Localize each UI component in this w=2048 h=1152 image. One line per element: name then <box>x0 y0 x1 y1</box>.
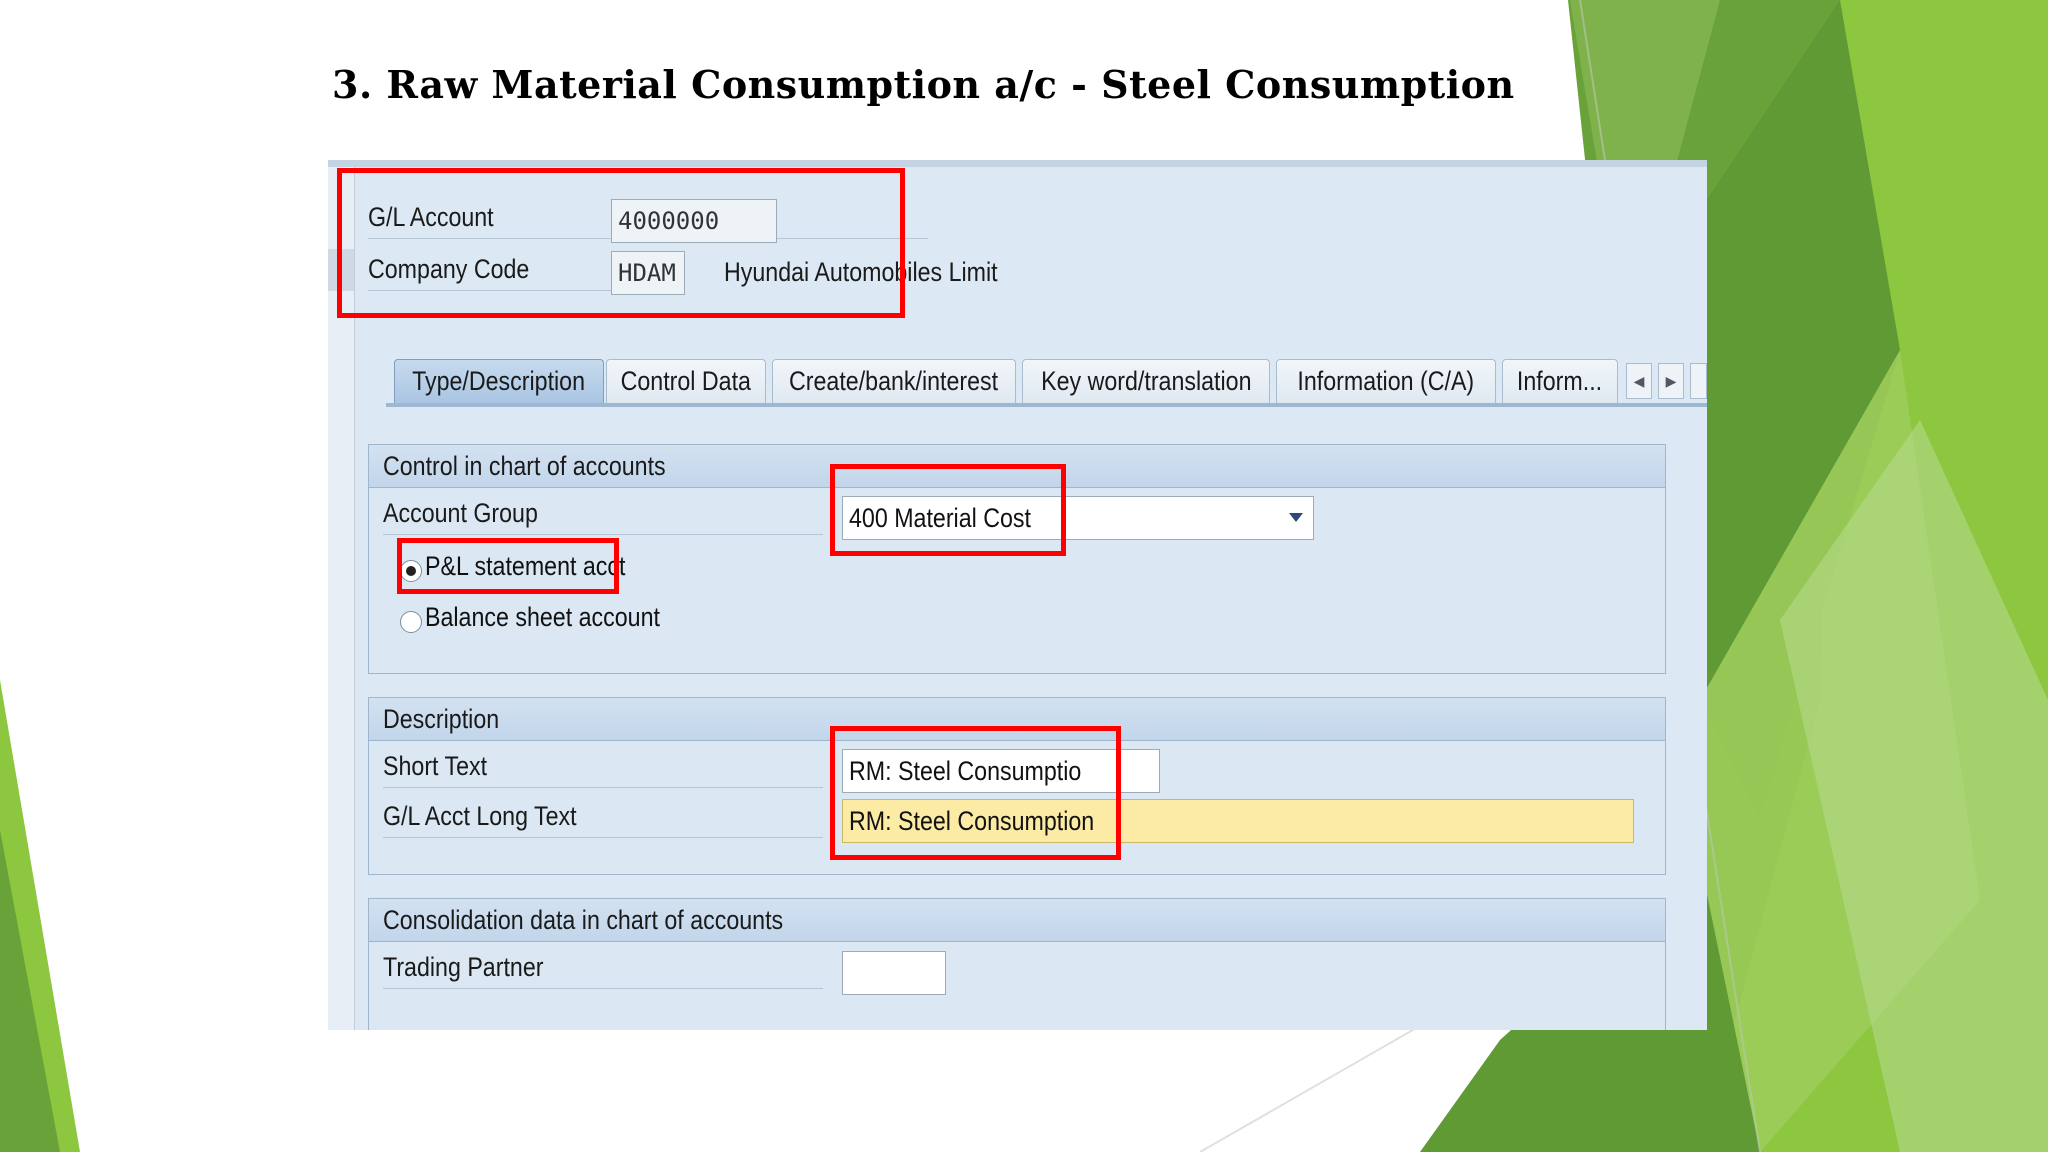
tab-inform-more[interactable]: Inform... <box>1502 359 1618 403</box>
tab-create-bank-interest[interactable]: Create/bank/interest <box>772 359 1016 403</box>
tab-strip: Type/Description Control Data Create/ban… <box>386 349 1707 407</box>
trading-partner-row: Trading Partner <box>383 945 833 989</box>
radio-balance-sheet[interactable] <box>400 611 422 633</box>
trading-partner-input[interactable] <box>842 951 946 995</box>
consolidation-section-title: Consolidation data in chart of accounts <box>383 904 784 935</box>
tab-scroll-left-icon[interactable]: ◀ <box>1626 363 1652 399</box>
account-group-label: Account Group <box>383 497 538 528</box>
highlight-box-account-group <box>830 464 1066 556</box>
highlight-box-header <box>337 168 905 318</box>
highlight-box-description <box>830 726 1121 860</box>
slide-title: 3. Raw Material Consumption a/c - Steel … <box>332 62 1515 107</box>
tab-type-description[interactable]: Type/Description <box>394 359 604 403</box>
long-text-row: G/L Acct Long Text <box>383 794 833 838</box>
consolidation-section: Consolidation data in chart of accounts … <box>368 898 1666 1030</box>
highlight-box-pl-radio <box>397 538 619 594</box>
radio-balance-sheet-label: Balance sheet account <box>425 602 660 632</box>
trading-partner-label: Trading Partner <box>383 951 544 982</box>
tab-scroll-right-icon[interactable]: ▶ <box>1658 363 1684 399</box>
tab-list-icon[interactable] <box>1690 363 1707 399</box>
tab-information-ca[interactable]: Information (C/A) <box>1276 359 1496 403</box>
tab-control-data[interactable]: Control Data <box>606 359 766 403</box>
description-section-title: Description <box>383 703 500 734</box>
short-text-label: Short Text <box>383 750 488 781</box>
long-text-label: G/L Acct Long Text <box>383 800 577 831</box>
tab-key-word-translation[interactable]: Key word/translation <box>1022 359 1270 403</box>
control-section-title: Control in chart of accounts <box>383 450 666 481</box>
chevron-down-icon[interactable] <box>1289 513 1303 522</box>
short-text-row: Short Text <box>383 744 833 788</box>
account-group-row: Account Group <box>383 491 833 535</box>
